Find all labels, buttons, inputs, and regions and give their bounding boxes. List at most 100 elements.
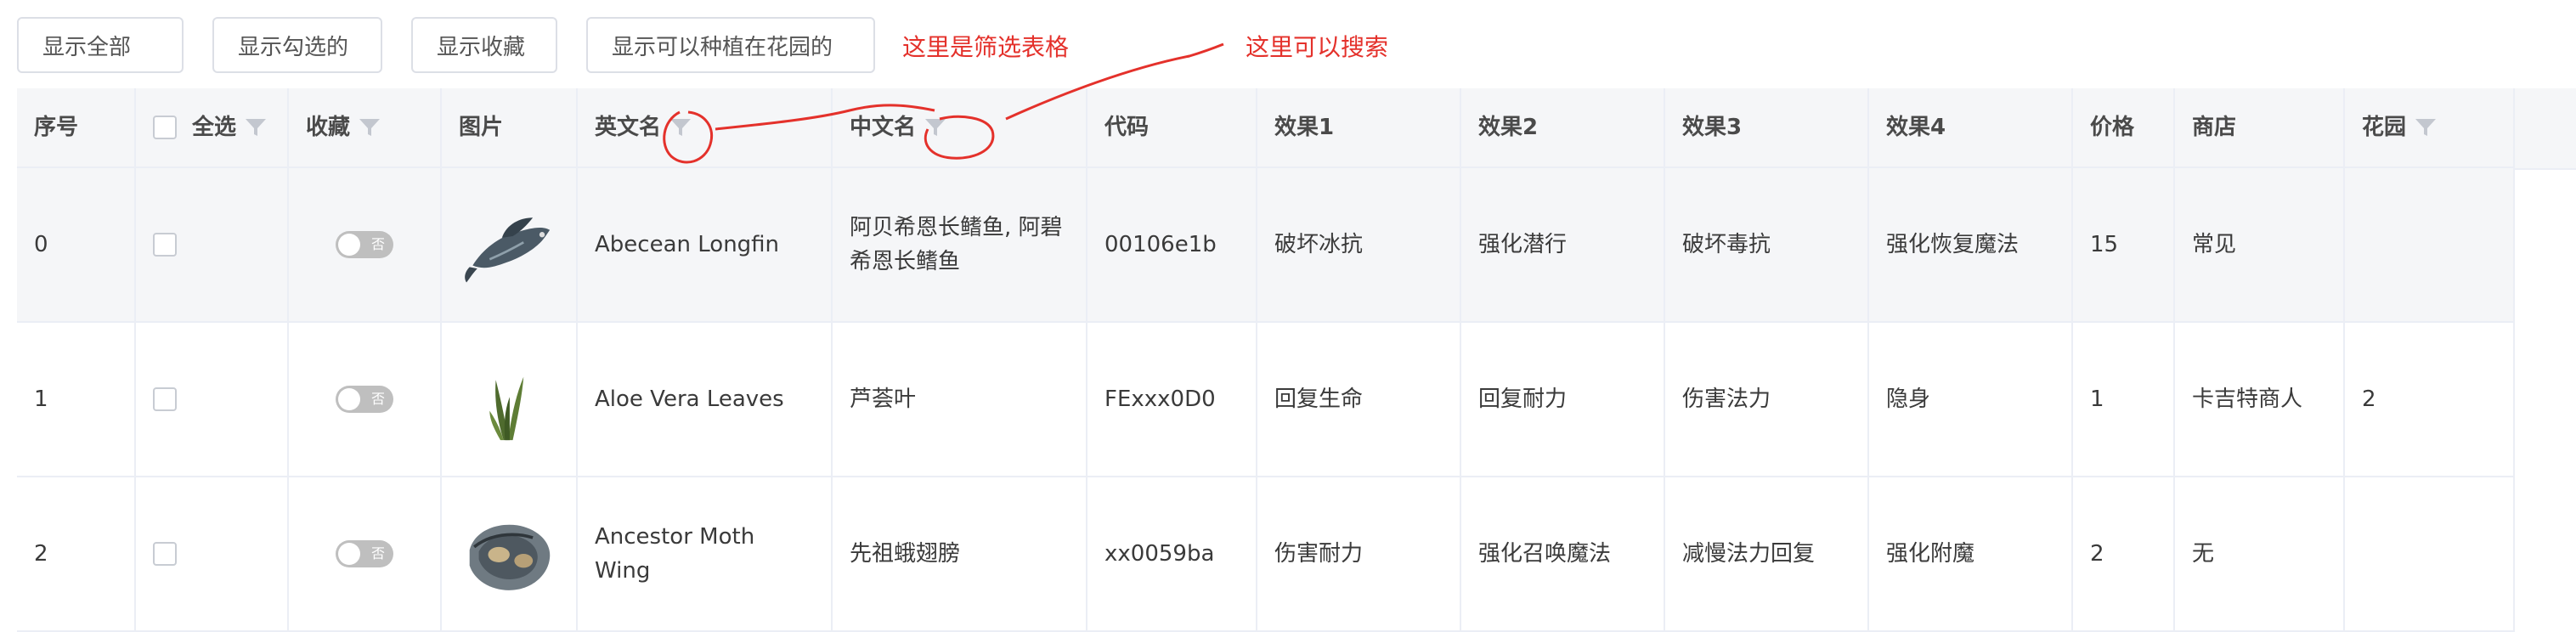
col-index-header: 序号	[17, 88, 136, 166]
moth-wing-image	[469, 524, 551, 590]
effect1-cell: 破坏冰抗	[1257, 168, 1461, 321]
english-name-cell: Aloe Vera Leaves	[578, 323, 833, 476]
show-all-button[interactable]: 显示全部	[17, 17, 184, 73]
show-garden-plantable-button[interactable]: 显示可以种植在花园的	[586, 17, 875, 73]
favorite-toggle-text: 否	[370, 236, 385, 252]
favorite-toggle[interactable]: 否	[336, 386, 393, 413]
col-price-header: 价格	[2073, 88, 2175, 166]
select-cell	[136, 168, 289, 321]
chinese-name-value: 阿贝希恩长鳍鱼, 阿碧希恩长鳍鱼	[850, 215, 1063, 274]
english-name-cell: Abecean Longfin	[578, 168, 833, 321]
code-label: 代码	[1104, 115, 1150, 140]
effect3-cell: 减慢法力回复	[1665, 477, 1869, 630]
chinese-name-cell: 先祖蛾翅膀	[833, 477, 1087, 630]
row-checkbox[interactable]	[153, 542, 177, 566]
select-all-checkbox[interactable]	[153, 116, 177, 139]
table-row[interactable]: 2 否 Ancestor Moth Wing 先祖蛾翅膀 xx0059ba 伤害…	[17, 477, 2515, 632]
filter-toolbar: 显示全部 显示勾选的 显示收藏 显示可以种植在花园的	[17, 17, 875, 73]
effect3-cell: 破坏毒抗	[1665, 168, 1869, 321]
garden-label: 花园	[2362, 115, 2407, 140]
effect2-value: 回复耐力	[1478, 387, 1568, 412]
code-value: 00106e1b	[1104, 232, 1217, 257]
chinese-name-filter-icon[interactable]	[924, 117, 946, 138]
select-all-label: 全选	[192, 115, 237, 140]
price-cell: 15	[2073, 168, 2175, 321]
effect3-value: 减慢法力回复	[1682, 541, 1816, 567]
image-cell	[442, 323, 578, 476]
english-name-value: Aloe Vera Leaves	[595, 387, 784, 412]
garden-cell	[2345, 477, 2515, 630]
shop-value: 无	[2192, 541, 2215, 567]
code-cell: 00106e1b	[1087, 168, 1257, 321]
english-name-value: Abecean Longfin	[595, 232, 780, 257]
english-name-value: Ancestor Moth Wing	[595, 524, 755, 584]
english-name-filter-icon[interactable]	[669, 117, 692, 138]
shop-label: 商店	[2192, 115, 2237, 140]
ingredients-table: 序号 全选 收藏 图片 英文名 中文名 代码 效果1 效果2 效果3 效果4 价…	[17, 88, 2515, 632]
image-cell	[442, 168, 578, 321]
effect3-value: 破坏毒抗	[1682, 232, 1771, 257]
effect4-value: 隐身	[1886, 387, 1931, 412]
price-label: 价格	[2090, 115, 2135, 140]
col-shop-header: 商店	[2175, 88, 2345, 166]
effect2-value: 强化召唤魔法	[1478, 541, 1612, 567]
show-favorites-button[interactable]: 显示收藏	[411, 17, 557, 73]
effect3-cell: 伤害法力	[1665, 323, 1869, 476]
row-checkbox[interactable]	[153, 233, 177, 257]
price-value: 2	[2090, 541, 2104, 567]
favorite-filter-icon[interactable]	[359, 117, 381, 138]
effect1-cell: 伤害耐力	[1257, 477, 1461, 630]
select-cell	[136, 323, 289, 476]
price-value: 15	[2090, 232, 2119, 257]
effect1-value: 回复生命	[1274, 387, 1364, 412]
index-value: 1	[34, 387, 48, 412]
index-cell: 0	[17, 168, 136, 321]
chinese-name-value: 先祖蛾翅膀	[850, 541, 961, 567]
chinese-name-cell: 芦荟叶	[833, 323, 1087, 476]
col-code-header: 代码	[1087, 88, 1257, 166]
favorite-toggle[interactable]: 否	[336, 540, 393, 567]
effect2-cell: 强化召唤魔法	[1461, 477, 1665, 630]
table-header-row: 序号 全选 收藏 图片 英文名 中文名 代码 效果1 效果2 效果3 效果4 价…	[17, 88, 2515, 168]
fish-image	[465, 217, 551, 283]
effect2-cell: 强化潜行	[1461, 168, 1665, 321]
chinese-name-value: 芦荟叶	[850, 387, 917, 412]
image-label: 图片	[459, 115, 504, 140]
col-select-header: 全选	[136, 88, 289, 166]
code-cell: xx0059ba	[1087, 477, 1257, 630]
code-value: xx0059ba	[1104, 541, 1215, 567]
table-row[interactable]: 1 否 Aloe Vera Leaves 芦荟叶 FExxx0D0 回复生命 回…	[17, 323, 2515, 477]
col-effect2-header: 效果2	[1461, 88, 1665, 166]
index-cell: 1	[17, 323, 136, 476]
select-filter-icon[interactable]	[245, 117, 267, 138]
col-favorite-header: 收藏	[289, 88, 442, 166]
select-cell	[136, 477, 289, 630]
col-image-header: 图片	[442, 88, 578, 166]
row-checkbox[interactable]	[153, 387, 177, 411]
effect1-label: 效果1	[1274, 115, 1335, 140]
index-value: 2	[34, 541, 48, 567]
price-cell: 1	[2073, 323, 2175, 476]
col-english-name-header: 英文名	[578, 88, 833, 166]
effect1-cell: 回复生命	[1257, 323, 1461, 476]
chinese-name-cell: 阿贝希恩长鳍鱼, 阿碧希恩长鳍鱼	[833, 168, 1087, 321]
code-value: FExxx0D0	[1104, 387, 1216, 412]
price-value: 1	[2090, 387, 2104, 412]
table-row[interactable]: 0 否 Abecean Longfin 阿贝希恩长鳍鱼, 阿碧希恩长鳍鱼 001…	[17, 168, 2515, 323]
col-chinese-name-header: 中文名	[833, 88, 1087, 166]
shop-cell: 常见	[2175, 168, 2345, 321]
english-name-label: 英文名	[595, 115, 662, 140]
effect4-cell: 强化恢复魔法	[1869, 168, 2073, 321]
shop-value: 常见	[2192, 232, 2237, 257]
show-checked-button[interactable]: 显示勾选的	[212, 17, 382, 73]
col-effect3-header: 效果3	[1665, 88, 1869, 166]
english-name-cell: Ancestor Moth Wing	[578, 477, 833, 630]
index-cell: 2	[17, 477, 136, 630]
garden-cell	[2345, 168, 2515, 321]
garden-cell: 2	[2345, 323, 2515, 476]
col-effect1-header: 效果1	[1257, 88, 1461, 166]
shop-cell: 无	[2175, 477, 2345, 630]
garden-filter-icon[interactable]	[2415, 117, 2437, 138]
favorite-toggle-text: 否	[370, 391, 385, 407]
favorite-toggle[interactable]: 否	[336, 231, 393, 258]
